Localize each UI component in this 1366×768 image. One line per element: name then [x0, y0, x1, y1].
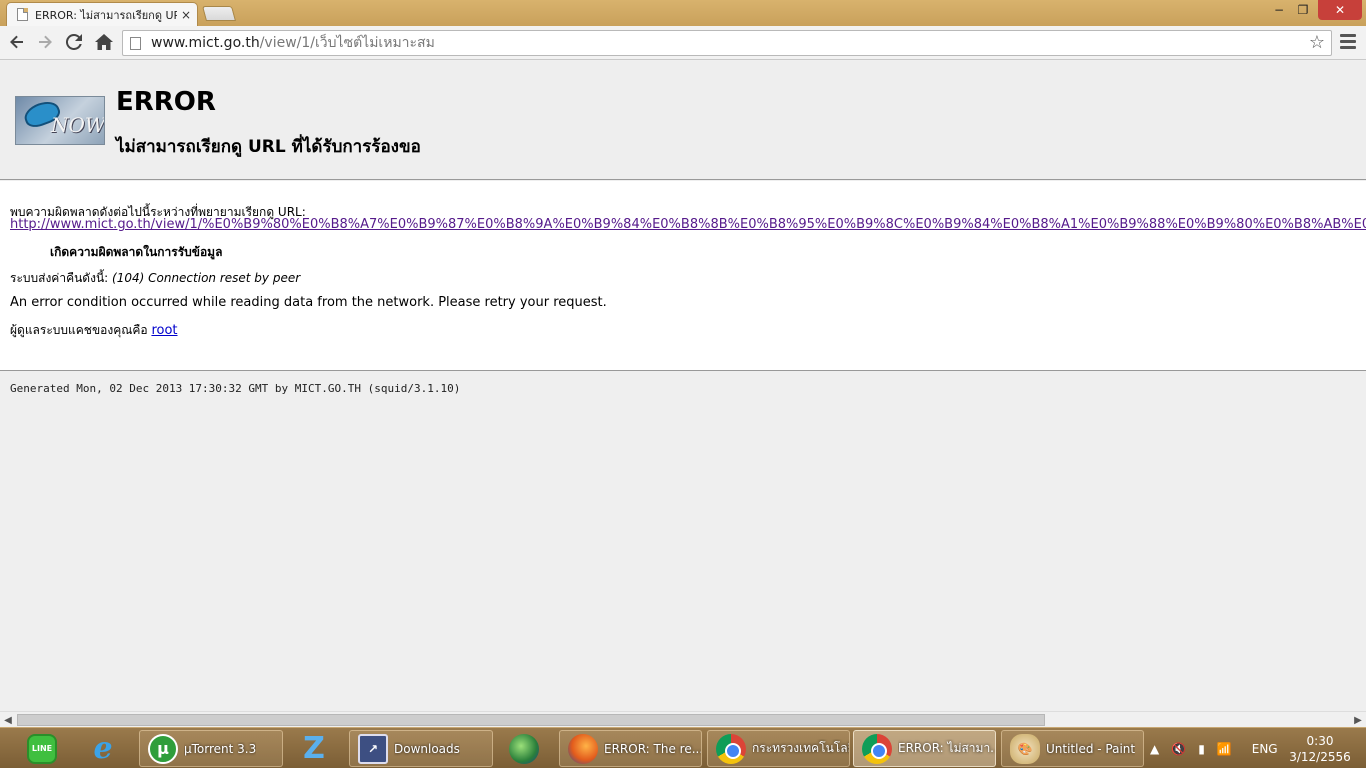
- taskbar-label: ERROR: ไม่สามา...: [898, 741, 995, 755]
- taskbar-z-app[interactable]: Z: [299, 730, 335, 767]
- window-minimize-button[interactable]: −: [1268, 0, 1290, 20]
- taskbar-label: Untitled - Paint: [1046, 741, 1136, 756]
- downloads-folder-icon: ↗: [358, 733, 388, 764]
- taskbar-utorrent[interactable]: µ µTorrent 3.3: [139, 730, 283, 767]
- back-arrow-icon[interactable]: [6, 31, 28, 53]
- new-tab-button[interactable]: [201, 6, 237, 21]
- url-path: /view/1/เว็บไซต์ไม่เหมาะสม: [259, 35, 435, 51]
- chrome-icon: [862, 733, 892, 764]
- taskbar-chrome-2[interactable]: ERROR: ไม่สามา...: [853, 730, 996, 767]
- globe-icon: [509, 733, 539, 764]
- window-maximize-button[interactable]: ❐: [1292, 0, 1314, 20]
- horizontal-scrollbar[interactable]: ◀ ▶: [0, 711, 1366, 727]
- page-title: ERROR: [116, 87, 216, 117]
- clock-time: 0:30: [1306, 734, 1334, 748]
- page-icon: [17, 8, 28, 21]
- scroll-left-icon[interactable]: ◀: [0, 713, 16, 727]
- star-icon[interactable]: ☆: [1309, 32, 1325, 53]
- admin-line: ผู้ดูแลระบบแคชของคุณคือ root: [10, 321, 178, 340]
- error-content: พบความผิดพลาดดังต่อไปนี้ระหว่างที่พยายาม…: [0, 181, 1366, 371]
- tab-title: ERROR: ไม่สามารถเรียกดู URL: [35, 8, 177, 22]
- error-header: NOW ERROR ไม่สามารถเรียกดู URL ที่ได้รับ…: [0, 61, 1366, 180]
- admin-link[interactable]: root: [151, 323, 177, 338]
- logo-text: NOW: [51, 113, 105, 137]
- requested-url-link[interactable]: http://www.mict.go.th/view/1/%E0%B9%80%E…: [10, 217, 1366, 232]
- error-description: An error condition occurred while readin…: [10, 295, 607, 310]
- taskbar-line[interactable]: LINE: [27, 730, 63, 767]
- utorrent-icon: µ: [148, 733, 178, 764]
- battery-icon[interactable]: ▮: [1198, 742, 1205, 756]
- show-hidden-icons-icon[interactable]: ▲: [1150, 742, 1159, 756]
- generated-footer: Generated Mon, 02 Dec 2013 17:30:32 GMT …: [10, 382, 461, 395]
- system-return-line: ระบบส่งค่าคืนดังนี้: (104) Connection re…: [10, 269, 300, 288]
- firefox-icon: [568, 733, 598, 764]
- paint-palette-icon: 🎨: [1010, 733, 1040, 764]
- requested-url-line: http://www.mict.go.th/view/1/%E0%B9%80%E…: [10, 217, 1366, 232]
- forward-arrow-icon[interactable]: [34, 31, 56, 53]
- window-close-button[interactable]: ✕: [1318, 0, 1362, 20]
- system-tray: ▲ 🔇 ▮ 📶 ENG: [1150, 730, 1278, 767]
- line-icon: LINE: [27, 733, 57, 764]
- title-bar: ERROR: ไม่สามารถเรียกดู URL × − ❐ ✕: [0, 0, 1366, 26]
- chrome-icon: [716, 733, 746, 764]
- address-bar[interactable]: www.mict.go.th/view/1/เว็บไซต์ไม่เหมาะสม…: [122, 30, 1332, 56]
- internet-explorer-icon: e: [93, 731, 113, 766]
- system-return-value: (104) Connection reset by peer: [112, 271, 301, 285]
- network-signal-icon[interactable]: 📶: [1217, 742, 1232, 756]
- home-icon[interactable]: [93, 31, 115, 53]
- url-text[interactable]: www.mict.go.th/view/1/เว็บไซต์ไม่เหมาะสม: [151, 32, 435, 54]
- taskbar-internet-explorer[interactable]: e: [88, 730, 124, 767]
- error-heading: เกิดความผิดพลาดในการรับข้อมูล: [50, 245, 223, 259]
- taskbar-globe-app[interactable]: [509, 730, 545, 767]
- clock-date: 3/12/2556: [1289, 750, 1351, 764]
- menu-icon[interactable]: [1340, 34, 1356, 50]
- url-host: www.mict.go.th: [151, 35, 260, 51]
- input-language-indicator[interactable]: ENG: [1252, 742, 1278, 756]
- taskbar: LINE e µ µTorrent 3.3 Z ↗ Downloads ERRO…: [0, 727, 1366, 768]
- scrollbar-thumb[interactable]: [17, 714, 1045, 726]
- system-return-label: ระบบส่งค่าคืนดังนี้:: [10, 271, 109, 285]
- taskbar-label: กระทรวงเทคโนโลยี...: [752, 741, 849, 755]
- taskbar-paint[interactable]: 🎨 Untitled - Paint: [1001, 730, 1144, 767]
- volume-muted-icon[interactable]: 🔇: [1171, 742, 1186, 756]
- reload-icon[interactable]: [63, 31, 85, 53]
- system-clock[interactable]: 0:30 3/12/2556: [1288, 733, 1352, 765]
- taskbar-downloads[interactable]: ↗ Downloads: [349, 730, 493, 767]
- taskbar-label: ERROR: The re...: [604, 741, 701, 756]
- taskbar-label: Downloads: [394, 741, 460, 756]
- taskbar-firefox[interactable]: ERROR: The re...: [559, 730, 702, 767]
- page-viewport: NOW ERROR ไม่สามารถเรียกดู URL ที่ได้รับ…: [0, 61, 1366, 711]
- taskbar-label: µTorrent 3.3: [184, 741, 257, 756]
- squid-logo: NOW: [15, 96, 105, 145]
- tab-close-icon[interactable]: ×: [181, 8, 191, 22]
- page-subtitle: ไม่สามารถเรียกดู URL ที่ได้รับการร้องขอ: [116, 137, 421, 157]
- admin-label: ผู้ดูแลระบบแคชของคุณคือ: [10, 323, 148, 337]
- browser-tab-active[interactable]: ERROR: ไม่สามารถเรียกดู URL ×: [6, 2, 198, 26]
- scroll-right-icon[interactable]: ▶: [1350, 713, 1366, 727]
- page-icon: [130, 36, 141, 50]
- browser-toolbar: www.mict.go.th/view/1/เว็บไซต์ไม่เหมาะสม…: [0, 26, 1366, 60]
- z-app-icon: Z: [303, 731, 325, 766]
- taskbar-chrome-1[interactable]: กระทรวงเทคโนโลยี...: [707, 730, 850, 767]
